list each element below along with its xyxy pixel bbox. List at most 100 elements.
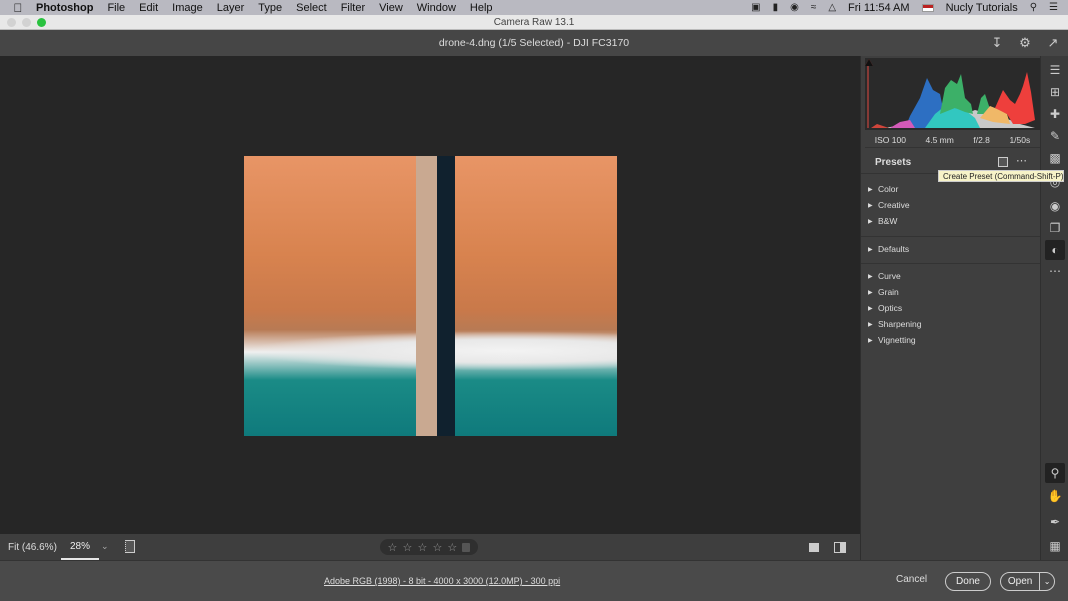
preset-bw[interactable]: ▶ B&W [861, 213, 1041, 229]
image-canvas[interactable] [0, 56, 860, 534]
more-tools-icon[interactable]: ⋯ [1045, 261, 1065, 281]
preset-sharpening[interactable]: ▶ Sharpening [861, 316, 1041, 332]
wifi-icon[interactable]: ≈ [811, 2, 817, 13]
preset-optics[interactable]: ▶ Optics [861, 300, 1041, 316]
notification-center-icon[interactable]: ☰ [1049, 2, 1058, 13]
crop-icon[interactable]: ⊞ [1045, 82, 1065, 102]
canvas-bottom-bar: Fit (46.6%) 28% ⌄ ☆ ☆ ☆ ☆ ☆ [0, 534, 860, 560]
star-5-icon[interactable]: ☆ [447, 541, 457, 554]
star-2-icon[interactable]: ☆ [403, 541, 413, 554]
right-panel: ISO 100 4.5 mm f/2.8 1/50s Presets ⋯ ▶ Co… [860, 56, 1041, 560]
window-title: Camera Raw 13.1 [493, 16, 575, 28]
save-image-icon[interactable]: ↧ [988, 34, 1006, 52]
preset-label: Grain [878, 287, 899, 297]
menu-edit[interactable]: Edit [139, 2, 158, 14]
color-sampler-icon[interactable]: ✒ [1045, 512, 1065, 532]
preset-curve[interactable]: ▶ Curve [861, 268, 1041, 284]
star-3-icon[interactable]: ☆ [417, 541, 427, 554]
menu-select[interactable]: Select [296, 2, 327, 14]
preset-grain[interactable]: ▶ Grain [861, 284, 1041, 300]
preset-group-1: ▶ Color ▶ Creative ▶ B&W [861, 181, 1041, 229]
creative-cloud-icon[interactable]: ◉ [790, 2, 799, 13]
workflow-options-link[interactable]: Adobe RGB (1998) - 8 bit - 4000 x 3000 (… [324, 576, 560, 586]
highlight-clipping-warning-icon[interactable] [865, 58, 873, 66]
preset-label: Optics [878, 303, 903, 313]
menu-image[interactable]: Image [172, 2, 203, 14]
expand-triangle-icon: ▶ [868, 321, 873, 328]
linear-gradient-icon[interactable]: ▩ [1045, 148, 1065, 168]
create-preset-tooltip: Create Preset (Command-Shift-P) [938, 170, 1064, 182]
histo-green [940, 74, 973, 114]
apple-menu-icon[interactable]:  [0, 1, 36, 15]
filmstrip-toggle-icon[interactable] [125, 540, 135, 553]
menu-file[interactable]: File [107, 2, 125, 14]
menu-filter[interactable]: Filter [341, 2, 365, 14]
expand-triangle-icon: ▶ [868, 273, 873, 280]
red-eye-icon[interactable]: ◉ [1045, 196, 1065, 216]
battery-icon[interactable]: ▮ [773, 2, 779, 13]
menu-clock[interactable]: Fri 11:54 AM [848, 2, 910, 14]
minimize-window-button[interactable] [22, 18, 31, 27]
gear-icon[interactable]: ⚙ [1016, 34, 1034, 52]
zoom-tool-icon[interactable]: ⚲ [1045, 463, 1065, 483]
menu-help[interactable]: Help [470, 2, 493, 14]
brush-icon[interactable]: ✎ [1045, 126, 1065, 146]
airplay-icon[interactable]: △ [828, 2, 836, 13]
star-4-icon[interactable]: ☆ [432, 541, 442, 554]
preset-label: Curve [878, 271, 901, 281]
preview-image[interactable] [244, 156, 617, 436]
preset-group-3: ▶ Curve ▶ Grain ▶ Optics ▶ Sharpening ▶ Vigne… [861, 263, 1041, 348]
expand-triangle-icon: ▶ [868, 202, 873, 209]
window-titlebar: Camera Raw 13.1 [0, 15, 1068, 30]
fullscreen-icon[interactable]: ↗ [1044, 34, 1062, 52]
pier-shadow [437, 156, 455, 436]
grid-overlay-icon[interactable]: ▦ [1045, 536, 1065, 556]
hand-tool-icon[interactable]: ✋ [1045, 486, 1065, 506]
expand-triangle-icon: ▶ [868, 337, 873, 344]
before-after-view-icon[interactable] [834, 542, 846, 553]
dialog-footer: Adobe RGB (1998) - 8 bit - 4000 x 3000 (… [0, 560, 1068, 601]
menu-user[interactable]: Nucly Tutorials [946, 2, 1018, 14]
zoom-window-button[interactable] [37, 18, 46, 27]
more-options-icon[interactable]: ⋯ [1016, 154, 1027, 167]
screen-record-icon[interactable]: ▣ [751, 2, 760, 13]
preset-vignetting[interactable]: ▶ Vignetting [861, 332, 1041, 348]
menu-view[interactable]: View [379, 2, 403, 14]
preset-creative[interactable]: ▶ Creative [861, 197, 1041, 213]
open-options-chevron-down-icon[interactable]: ⌄ [1040, 577, 1054, 586]
create-preset-icon[interactable] [998, 157, 1008, 167]
menu-bar:  Photoshop File Edit Image Layer Type S… [0, 0, 1068, 15]
input-source-flag-icon[interactable] [921, 3, 934, 12]
preset-label: Color [878, 184, 899, 194]
histo-red-low [871, 124, 889, 128]
preset-group-2: ▶ Defaults [861, 236, 1041, 257]
menu-app[interactable]: Photoshop [36, 2, 93, 14]
spotlight-search-icon[interactable]: ⚲ [1030, 2, 1037, 13]
cancel-button[interactable]: Cancel [896, 574, 927, 585]
exif-focal-length: 4.5 mm [925, 134, 954, 145]
menu-type[interactable]: Type [258, 2, 282, 14]
histogram [865, 58, 1040, 130]
menu-window[interactable]: Window [417, 2, 456, 14]
file-info: drone-4.dng (1/5 Selected) - DJI FC3170 [438, 37, 630, 49]
single-view-icon[interactable] [809, 543, 819, 552]
trash-icon[interactable] [462, 542, 471, 552]
histogram-graph [867, 66, 1035, 128]
snapshots-icon[interactable]: ❐ [1045, 218, 1065, 238]
exif-iso: ISO 100 [874, 134, 906, 145]
preset-label: Vignetting [878, 335, 916, 345]
zoom-level-field[interactable]: 28% [61, 537, 99, 560]
star-1-icon[interactable]: ☆ [388, 541, 398, 554]
edit-sliders-icon[interactable]: ☰ [1045, 60, 1065, 80]
done-button[interactable]: Done [945, 572, 991, 591]
zoom-chevron-down-icon[interactable]: ⌄ [101, 541, 109, 552]
preset-color[interactable]: ▶ Color [861, 181, 1041, 197]
healing-icon[interactable]: ✚ [1045, 104, 1065, 124]
menu-layer[interactable]: Layer [217, 2, 245, 14]
open-button[interactable]: Open [1001, 573, 1041, 590]
preset-defaults[interactable]: ▶ Defaults [861, 241, 1041, 257]
close-window-button[interactable] [7, 18, 16, 27]
fit-zoom-button[interactable]: Fit (46.6%) [8, 542, 57, 553]
presets-icon[interactable]: ◐ [1045, 240, 1065, 260]
exif-aperture: f/2.8 [973, 134, 990, 145]
